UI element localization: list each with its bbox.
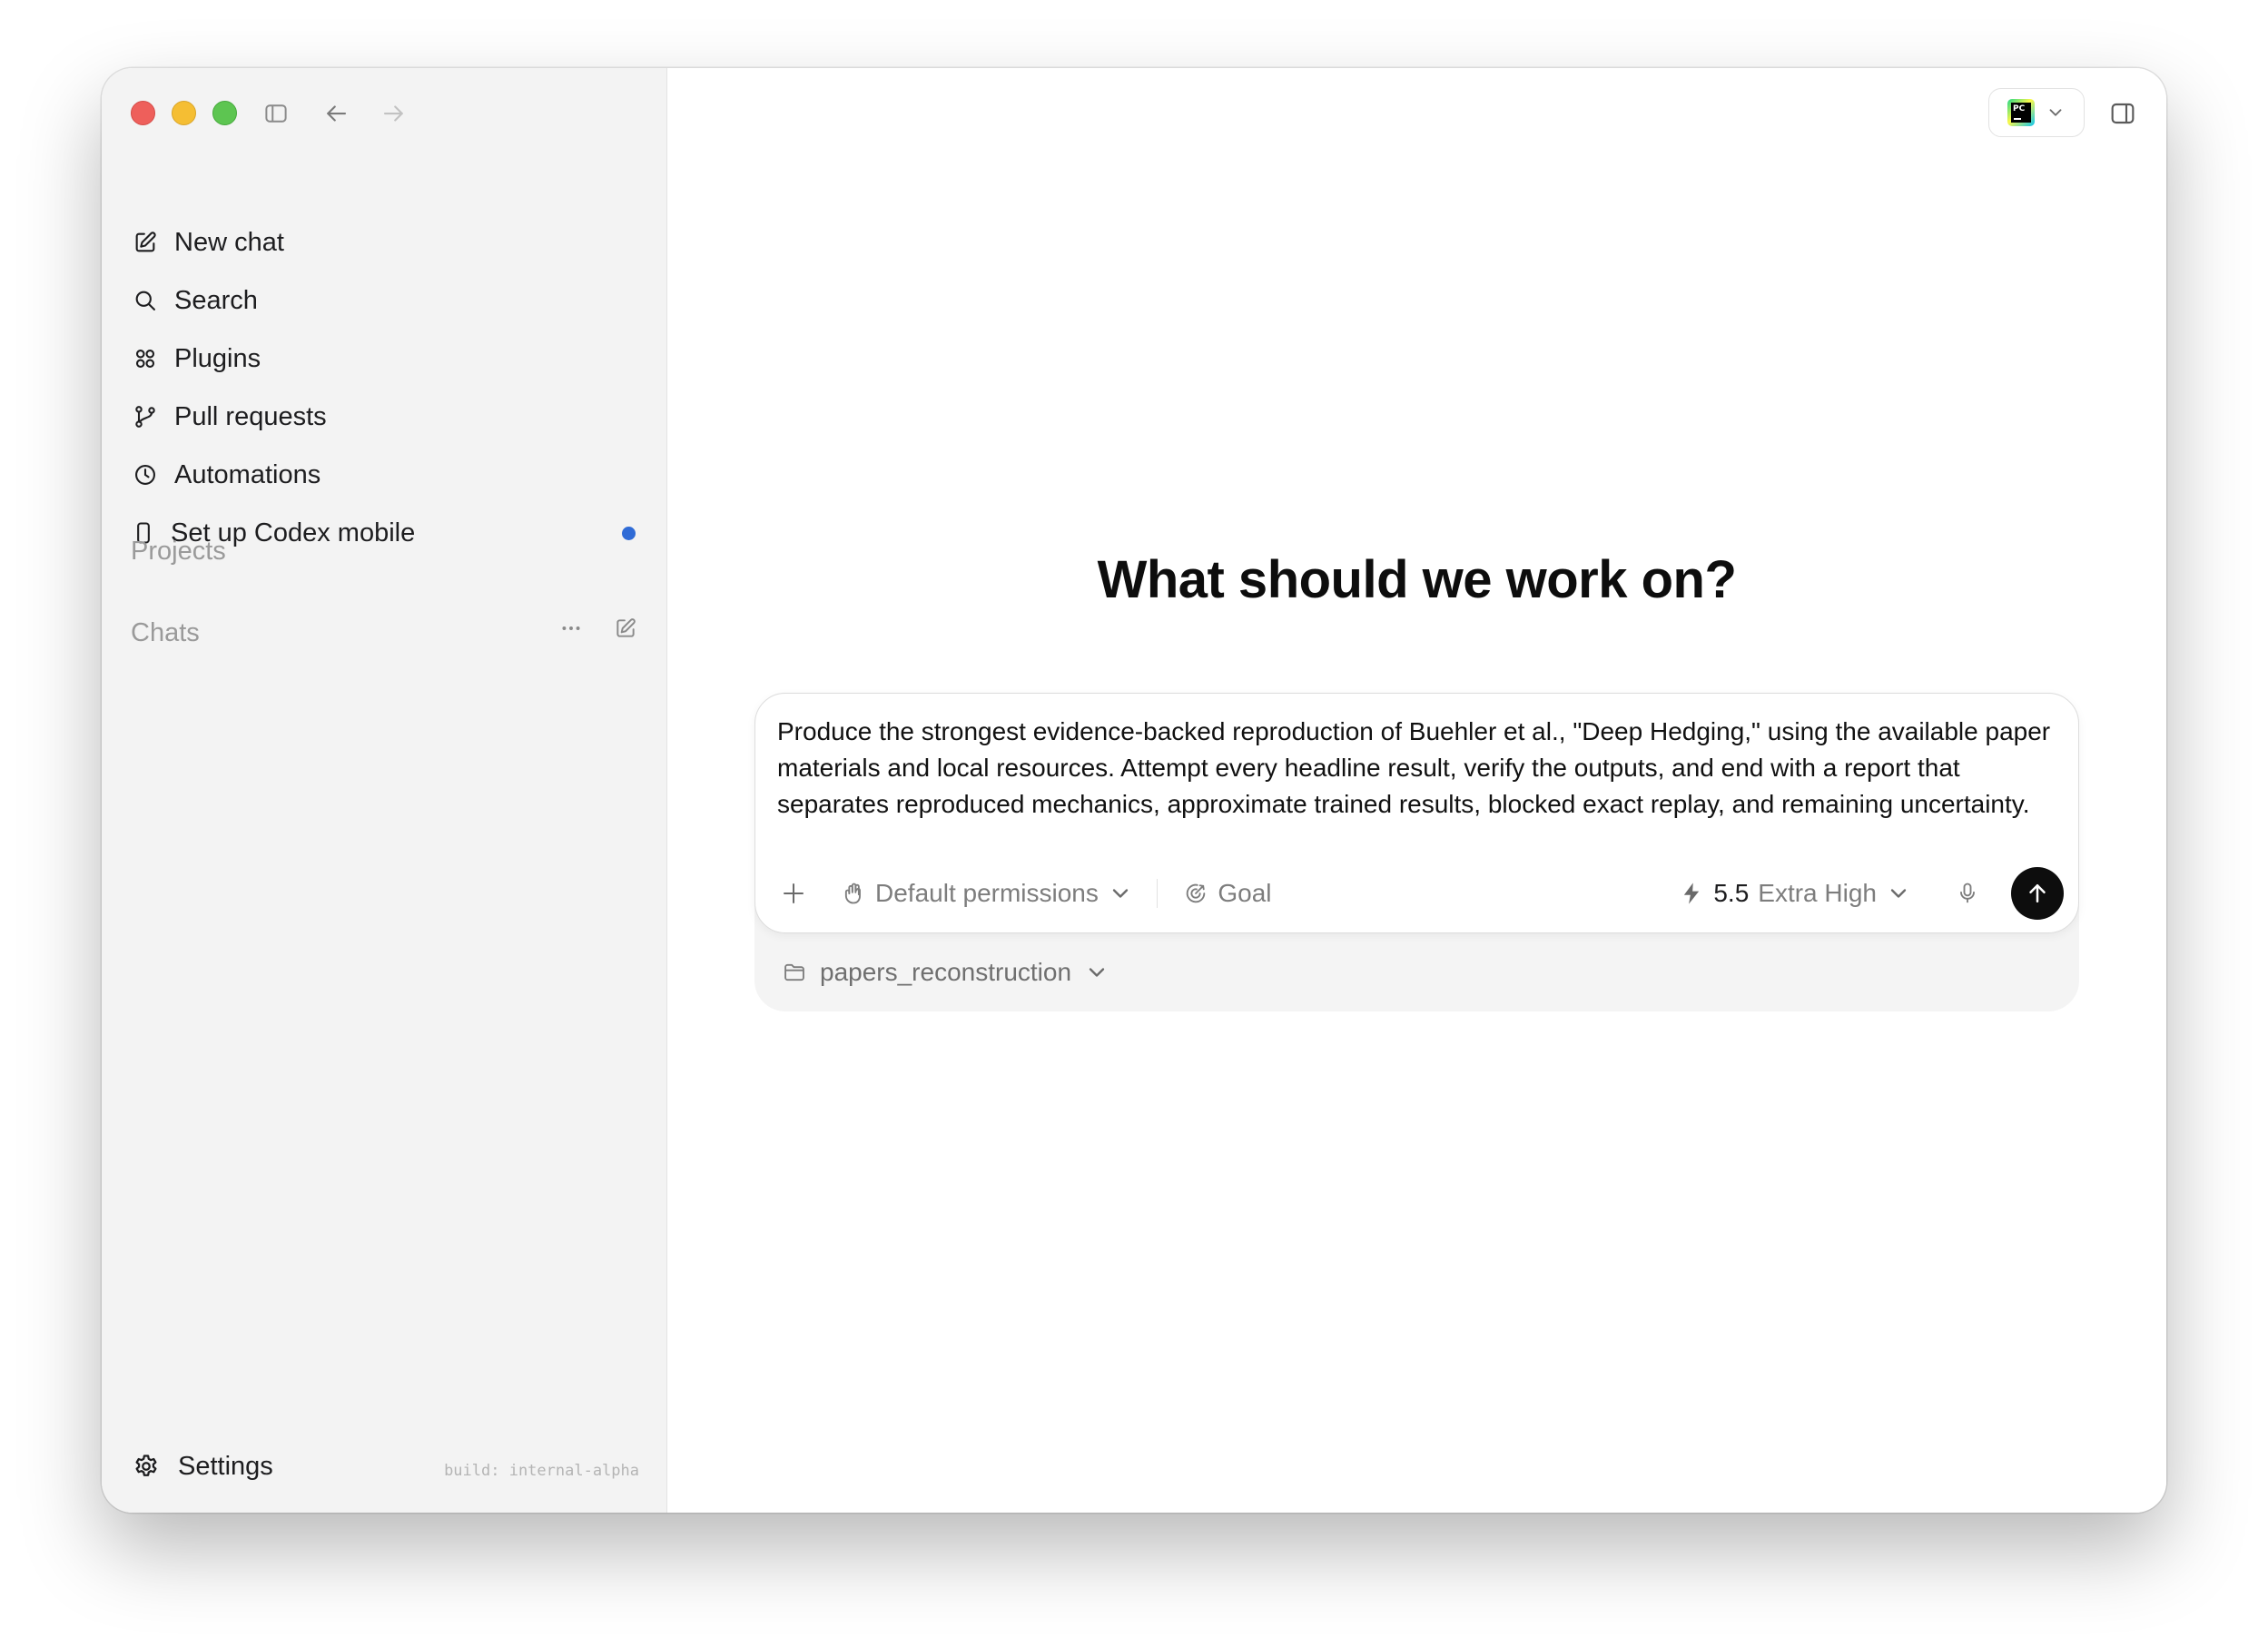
composer: Produce the strongest evidence-backed re… [754,693,2079,933]
settings-button[interactable]: Settings [131,1444,273,1489]
sidebar-item-new-chat[interactable]: New chat [131,213,641,271]
chats-section-label: Chats [131,618,200,647]
reasoning-level: Extra High [1758,879,1877,907]
projects-section-label: Projects [131,537,226,566]
target-icon [1187,883,1206,903]
chevron-down-icon [1112,889,1129,898]
microphone-button[interactable] [1951,877,1984,910]
sidebar-item-label: Plugins [174,343,261,373]
chats-actions [556,613,641,644]
compose-icon [131,228,160,257]
chevron-down-icon [1890,889,1907,898]
sidebar-item-label: Pull requests [174,401,327,431]
sidebar-toggle-icon[interactable] [260,97,292,130]
composer-container: Produce the strongest evidence-backed re… [754,693,2079,1011]
sidebar: New chat Search Plugins Pull requests Au… [102,68,667,1513]
new-chat-compose-icon[interactable] [610,613,641,644]
toolbar-divider [1156,879,1159,908]
plus-icon [784,883,804,903]
open-in-ide-button[interactable]: PC [1988,88,2085,137]
sidebar-item-plugins[interactable]: Plugins [131,330,641,388]
lightning-icon [1684,883,1700,904]
hand-icon [844,883,861,904]
sidebar-item-label: Automations [174,459,321,489]
zoom-window-button[interactable] [212,101,237,125]
app-window: New chat Search Plugins Pull requests Au… [102,68,2166,1513]
goal-button[interactable]: Goal [1183,879,1272,908]
add-attachment-button[interactable] [777,877,810,910]
clock-icon [131,460,160,489]
chevron-down-icon [2049,109,2062,116]
build-label: build: internal-alpha [444,1462,639,1480]
folder-label: papers_reconstruction [820,958,1072,986]
sidebar-item-automations[interactable]: Automations [131,446,641,504]
minimize-window-button[interactable] [172,101,196,125]
permissions-dropdown[interactable]: Default permissions [841,879,1133,908]
window-controls [131,101,237,125]
arrow-up-icon [2029,884,2046,902]
model-selector[interactable]: 5.5 Extra High [1679,879,1911,908]
folder-icon [784,963,804,981]
chevron-down-icon [1089,968,1105,977]
sidebar-item-pull-requests[interactable]: Pull requests [131,388,641,446]
close-window-button[interactable] [131,101,155,125]
git-branch-icon [131,402,160,431]
back-arrow-icon[interactable] [320,97,352,130]
gear-icon [131,1451,162,1482]
plugins-icon [131,344,160,373]
sidebar-nav: New chat Search Plugins Pull requests Au… [131,213,641,562]
project-folder-selector[interactable]: papers_reconstruction [782,958,1109,987]
page-title: What should we work on? [1097,550,1737,609]
sidebar-item-label: Search [174,285,258,315]
search-icon [131,286,160,315]
pycharm-icon: PC [2007,99,2035,126]
forward-arrow-icon[interactable] [378,97,410,130]
permissions-label: Default permissions [875,879,1099,907]
prompt-input[interactable]: Produce the strongest evidence-backed re… [777,714,2056,823]
main-panel: PC What should we work on? Produce the s… [667,68,2166,1513]
more-options-icon[interactable] [556,613,587,644]
right-panel-toggle-icon[interactable] [2106,97,2139,130]
sidebar-item-search[interactable]: Search [131,271,641,330]
microphone-icon [1960,883,1975,903]
composer-toolbar: Default permissions Goal 5.5 Extra High [777,867,2064,920]
send-button[interactable] [2011,867,2064,920]
unread-dot [622,526,636,540]
model-version: 5.5 [1713,879,1750,907]
sidebar-item-label: New chat [174,227,284,257]
settings-label: Settings [178,1451,273,1481]
goal-label: Goal [1218,879,1272,907]
